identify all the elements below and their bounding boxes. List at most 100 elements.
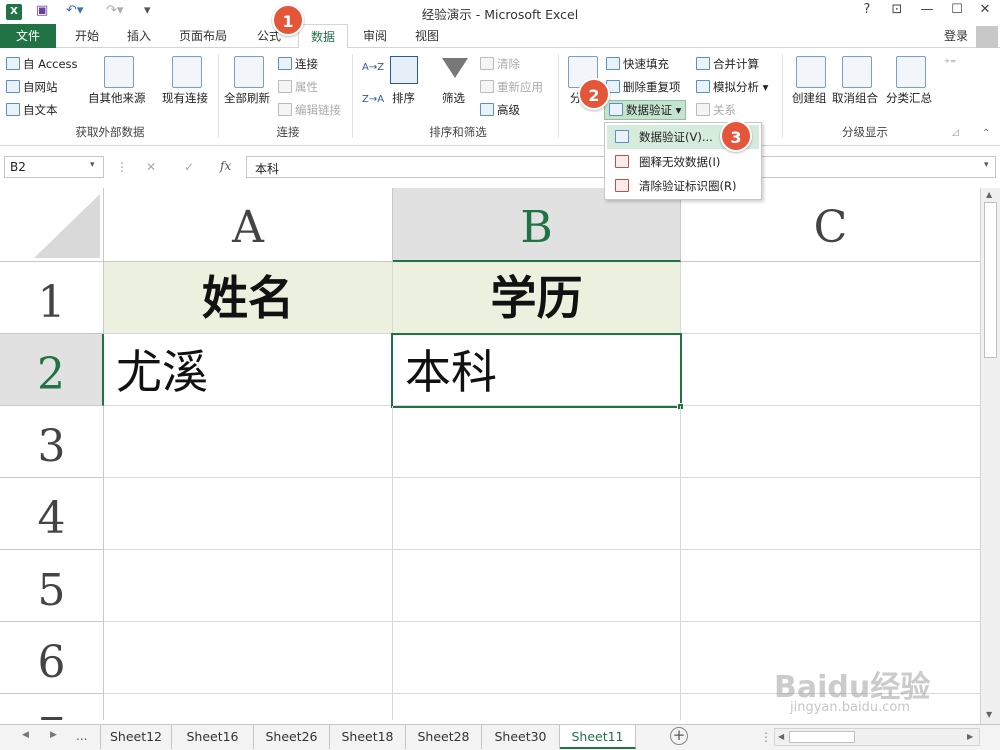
what-if-button[interactable]: 模拟分析 ▾ bbox=[696, 79, 768, 95]
group-icon bbox=[796, 56, 826, 88]
consolidate-button[interactable]: 合并计算 bbox=[696, 56, 759, 72]
sheet-tab[interactable]: Sheet16 bbox=[172, 725, 254, 749]
sort-descending-button[interactable]: Z→A bbox=[362, 94, 384, 105]
sheet-tab[interactable]: Sheet30 bbox=[482, 725, 560, 749]
existing-connections-button[interactable]: 现有连接 bbox=[162, 90, 208, 106]
scroll-down-icon[interactable]: ▼ bbox=[986, 710, 992, 719]
vertical-scrollbar[interactable]: ▲ ▼ bbox=[980, 188, 1000, 724]
sheet-tab-active[interactable]: Sheet11 bbox=[560, 725, 636, 749]
tab-data[interactable]: 数据 bbox=[298, 24, 348, 49]
row-header-7[interactable]: 7 bbox=[0, 694, 104, 720]
horizontal-scroll-thumb[interactable] bbox=[789, 731, 855, 743]
other-sources-button[interactable]: 自其他来源 bbox=[88, 90, 146, 106]
group-separator bbox=[218, 54, 219, 138]
cell-a1[interactable]: 姓名 bbox=[104, 262, 393, 334]
subtotal-button[interactable]: 分类汇总 bbox=[886, 90, 932, 106]
step-callout-3: 3 bbox=[720, 120, 752, 152]
insert-function-icon[interactable]: fx bbox=[220, 159, 231, 173]
vertical-scroll-thumb[interactable] bbox=[984, 202, 997, 358]
menu-item-circle-invalid[interactable]: 圈释无效数据(I) bbox=[607, 150, 759, 174]
clear-filter-button[interactable]: 清除 bbox=[480, 56, 520, 72]
cell-c2[interactable] bbox=[681, 334, 980, 406]
cell-a2[interactable]: 尤溪 bbox=[104, 334, 393, 406]
name-box[interactable]: B2 bbox=[4, 156, 104, 178]
row-header-3[interactable]: 3 bbox=[0, 406, 104, 478]
relationships-button[interactable]: 关系 bbox=[696, 102, 736, 118]
menu-item-clear-circles[interactable]: 清除验证标识圈(R) bbox=[607, 174, 759, 198]
reapply-icon bbox=[480, 80, 494, 93]
properties-button[interactable]: 属性 bbox=[278, 79, 318, 95]
reapply-button[interactable]: 重新应用 bbox=[480, 79, 543, 95]
worksheet-grid[interactable]: A B C 1 2 3 4 5 6 7 姓名 学历 尤溪 本科 bbox=[0, 188, 980, 720]
data-validation-icon bbox=[609, 103, 623, 116]
advanced-filter-button[interactable]: 高级 bbox=[480, 102, 520, 118]
row-header-2[interactable]: 2 bbox=[0, 334, 104, 406]
row-header-5[interactable]: 5 bbox=[0, 550, 104, 622]
tab-home[interactable]: 开始 bbox=[64, 24, 110, 48]
refresh-all-button[interactable]: 全部刷新 bbox=[224, 90, 270, 106]
from-access-button[interactable]: 自 Access bbox=[6, 56, 78, 72]
sign-in-link[interactable]: 登录 bbox=[938, 24, 974, 48]
sort-ascending-button[interactable]: A→Z bbox=[362, 62, 384, 73]
sheet-tab[interactable]: Sheet18 bbox=[330, 725, 406, 749]
data-validation-button[interactable]: 数据验证 ▾ bbox=[604, 100, 687, 120]
sort-button[interactable]: 排序 bbox=[392, 90, 415, 106]
sheet-tab[interactable]: Sheet28 bbox=[406, 725, 482, 749]
sort-icon bbox=[390, 56, 418, 84]
circle-invalid-icon bbox=[615, 155, 629, 168]
row-header-1[interactable]: 1 bbox=[0, 262, 104, 334]
horizontal-scrollbar[interactable]: ◀ ▶ bbox=[774, 728, 980, 746]
refresh-all-icon bbox=[234, 56, 264, 88]
tab-view[interactable]: 视图 bbox=[404, 24, 450, 48]
ribbon-display-button[interactable]: ⊡ bbox=[886, 2, 908, 17]
cell-b1[interactable]: 学历 bbox=[393, 262, 681, 334]
help-button[interactable]: ? bbox=[856, 2, 878, 17]
sheet-nav-next-icon[interactable]: ▶ bbox=[50, 730, 57, 740]
tab-insert[interactable]: 插入 bbox=[116, 24, 162, 48]
expand-formula-icon[interactable]: ▾ bbox=[984, 160, 989, 170]
access-icon bbox=[6, 57, 20, 70]
edit-links-button[interactable]: 编辑链接 bbox=[278, 102, 341, 118]
sheet-nav-more[interactable]: ... bbox=[76, 729, 87, 743]
tab-review[interactable]: 审阅 bbox=[352, 24, 398, 48]
account-avatar[interactable] bbox=[976, 26, 998, 48]
filter-button[interactable]: 筛选 bbox=[442, 90, 465, 106]
maximize-button[interactable]: ☐ bbox=[946, 2, 968, 17]
tab-split-handle[interactable]: ⋮ bbox=[760, 730, 772, 744]
row-header-4[interactable]: 4 bbox=[0, 478, 104, 550]
show-detail-icon[interactable]: ⁺⁼ bbox=[944, 56, 956, 70]
create-group-button[interactable]: 创建组 bbox=[792, 90, 827, 106]
sheet-tab[interactable]: Sheet26 bbox=[254, 725, 330, 749]
tab-file[interactable]: 文件 bbox=[0, 24, 56, 48]
clear-filter-icon bbox=[480, 57, 494, 70]
minimize-button[interactable]: — bbox=[916, 2, 938, 17]
other-sources-icon bbox=[104, 56, 134, 88]
group-label-connections: 连接 bbox=[276, 125, 300, 139]
column-header-a[interactable]: A bbox=[104, 188, 393, 262]
flash-fill-button[interactable]: 快速填充 bbox=[606, 56, 669, 72]
from-web-button[interactable]: 自网站 bbox=[6, 79, 58, 95]
scroll-right-icon[interactable]: ▶ bbox=[967, 732, 973, 741]
close-button[interactable]: ✕ bbox=[974, 2, 996, 17]
formula-bar: B2 ▾ ⋮ ✕ ✓ fx 本科 ▾ bbox=[0, 150, 1000, 184]
row-header-6[interactable]: 6 bbox=[0, 622, 104, 694]
new-sheet-button[interactable]: + bbox=[670, 727, 688, 745]
from-text-button[interactable]: 自文本 bbox=[6, 102, 58, 118]
remove-duplicates-button[interactable]: 删除重复项 bbox=[606, 79, 681, 95]
sheet-nav-prev-icon[interactable]: ◀ bbox=[22, 730, 29, 740]
name-box-dropdown-icon[interactable]: ▾ bbox=[90, 160, 95, 170]
collapse-ribbon-icon[interactable]: ⌃ bbox=[982, 128, 990, 139]
cancel-entry-icon[interactable]: ✕ bbox=[146, 160, 156, 174]
sheet-tab[interactable]: Sheet12 bbox=[100, 725, 172, 749]
ungroup-button[interactable]: 取消组合 bbox=[832, 90, 878, 106]
connections-button[interactable]: 连接 bbox=[278, 56, 318, 72]
existing-connections-icon bbox=[172, 56, 202, 88]
cell-c1[interactable] bbox=[681, 262, 980, 334]
scroll-up-icon[interactable]: ▲ bbox=[986, 190, 992, 199]
scroll-left-icon[interactable]: ◀ bbox=[778, 732, 784, 741]
column-divider bbox=[680, 406, 681, 720]
dialog-launcher-icon[interactable]: ◿ bbox=[952, 128, 959, 138]
tab-page-layout[interactable]: 页面布局 bbox=[170, 24, 236, 48]
advanced-filter-icon bbox=[480, 103, 494, 116]
enter-entry-icon[interactable]: ✓ bbox=[184, 160, 194, 174]
